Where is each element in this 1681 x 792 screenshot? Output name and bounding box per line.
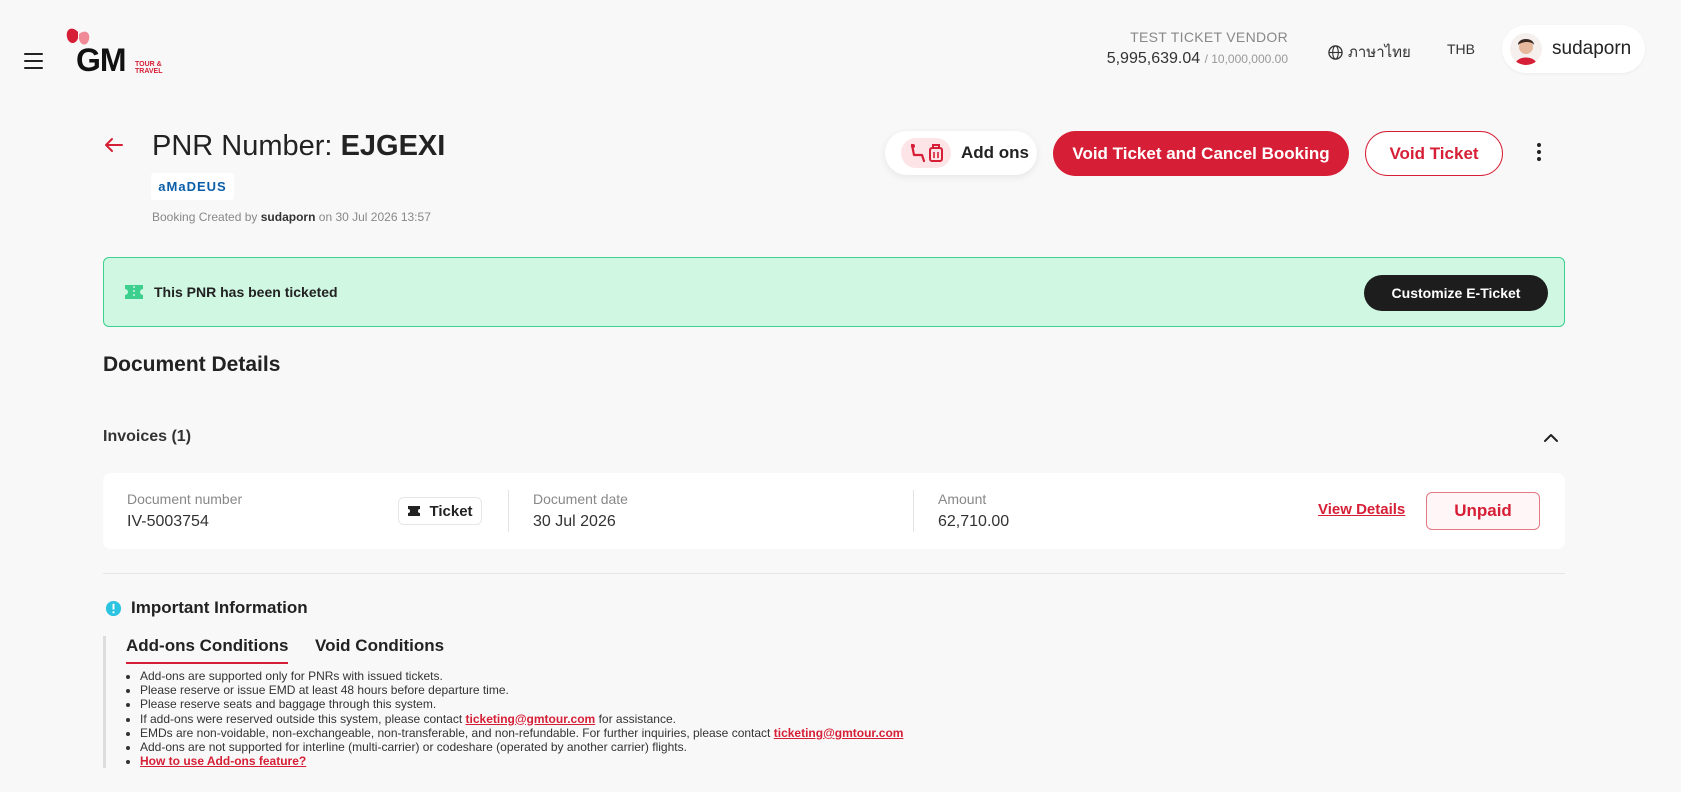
seat-icon bbox=[910, 143, 926, 163]
important-information-heading: Important Information bbox=[131, 598, 308, 617]
info-icon bbox=[105, 600, 122, 617]
top-header: GM TOUR & TRAVEL TEST TICKET VENDOR 5,995… bbox=[0, 0, 1681, 100]
menu-icon[interactable] bbox=[24, 53, 43, 69]
how-to-use-add-ons-link[interactable]: How to use Add-ons feature? bbox=[140, 754, 306, 768]
add-ons-button[interactable]: Add ons bbox=[885, 131, 1037, 175]
more-options-icon[interactable] bbox=[1537, 143, 1543, 165]
list-item: If add-ons were reserved outside this sy… bbox=[140, 712, 903, 726]
credit-limit: / 10,000,000.00 bbox=[1204, 52, 1288, 66]
back-arrow-icon[interactable] bbox=[104, 137, 124, 158]
amount-value: 62,710.00 bbox=[938, 513, 1010, 530]
document-number-label: Document number bbox=[127, 491, 243, 507]
logo-subtext: TOUR & TRAVEL bbox=[135, 61, 163, 75]
list-item: EMDs are non-voidable, non-exchangeable,… bbox=[140, 726, 903, 740]
currency-selector[interactable]: THB bbox=[1447, 41, 1475, 57]
balance-value: 5,995,639.04 bbox=[1106, 50, 1201, 67]
conditions-list: Add-ons are supported only for PNRs with… bbox=[140, 669, 903, 768]
list-item: Please reserve or issue EMD at least 48 … bbox=[140, 683, 903, 697]
document-date: 30 Jul 2026 bbox=[533, 513, 616, 530]
section-divider bbox=[103, 573, 1565, 574]
invoices-section-toggle[interactable]: Invoices (1) bbox=[103, 428, 191, 446]
tab-void-conditions[interactable]: Void Conditions bbox=[315, 636, 444, 662]
void-ticket-and-cancel-booking-button[interactable]: Void Ticket and Cancel Booking bbox=[1053, 131, 1349, 176]
ticketed-banner: This PNR has been ticketed Customize E-T… bbox=[103, 257, 1565, 327]
ticketed-status-text: This PNR has been ticketed bbox=[154, 284, 338, 300]
list-item: How to use Add-ons feature? bbox=[140, 754, 903, 768]
user-menu[interactable]: sudaporn bbox=[1502, 25, 1645, 73]
invoice-row: Document number IV-5003754 Ticket Docume… bbox=[103, 473, 1565, 549]
list-item: Add-ons are not supported for interline … bbox=[140, 740, 903, 754]
language-selector[interactable]: ภาษาไทย bbox=[1328, 40, 1411, 64]
avatar bbox=[1510, 33, 1542, 65]
ticket-small-icon bbox=[408, 506, 421, 516]
view-details-link[interactable]: View Details bbox=[1318, 501, 1405, 518]
void-ticket-button[interactable]: Void Ticket bbox=[1365, 131, 1503, 176]
document-date-label: Document date bbox=[533, 491, 628, 507]
conditions-panel: Add-ons Conditions Void Conditions Add-o… bbox=[103, 636, 1003, 768]
add-ons-label: Add ons bbox=[961, 143, 1029, 162]
language-label: ภาษาไทย bbox=[1348, 44, 1411, 61]
gm-logo[interactable]: GM TOUR & TRAVEL bbox=[64, 24, 174, 80]
pnr-number: EJGEXI bbox=[340, 130, 446, 162]
vendor-name: TEST TICKET VENDOR bbox=[1130, 29, 1288, 45]
list-item: Please reserve seats and baggage through… bbox=[140, 697, 903, 711]
amount-label: Amount bbox=[938, 491, 987, 507]
ticketing-email-link[interactable]: ticketing@gmtour.com bbox=[774, 726, 904, 740]
column-divider bbox=[508, 490, 509, 532]
tab-add-ons-conditions[interactable]: Add-ons Conditions bbox=[126, 636, 289, 664]
document-number: IV-5003754 bbox=[127, 513, 209, 530]
logo-text: GM bbox=[76, 42, 127, 78]
user-name: sudaporn bbox=[1552, 38, 1632, 59]
vendor-balance: 5,995,639.04 / 10,000,000.00 bbox=[1107, 50, 1288, 68]
page-title: PNR Number: EJGEXI bbox=[152, 130, 446, 162]
gds-badge: aMaDEUS bbox=[151, 173, 234, 200]
document-type-chip: Ticket bbox=[398, 497, 482, 525]
unpaid-status-button[interactable]: Unpaid bbox=[1426, 492, 1540, 530]
vendor-info: TEST TICKET VENDOR 5,995,639.04 / 10,000… bbox=[1107, 29, 1288, 68]
column-divider bbox=[913, 490, 914, 532]
booking-created-info: Booking Created by sudaporn on 30 Jul 20… bbox=[152, 210, 431, 224]
customize-e-ticket-button[interactable]: Customize E-Ticket bbox=[1364, 275, 1548, 311]
ticketing-email-link[interactable]: ticketing@gmtour.com bbox=[466, 712, 596, 726]
addons-icon-group bbox=[901, 138, 951, 168]
chevron-up-icon[interactable] bbox=[1543, 430, 1559, 448]
ticket-icon bbox=[125, 285, 143, 299]
globe-icon bbox=[1328, 44, 1343, 60]
document-details-heading: Document Details bbox=[103, 353, 281, 376]
list-item: Add-ons are supported only for PNRs with… bbox=[140, 669, 903, 683]
baggage-icon bbox=[929, 144, 943, 162]
